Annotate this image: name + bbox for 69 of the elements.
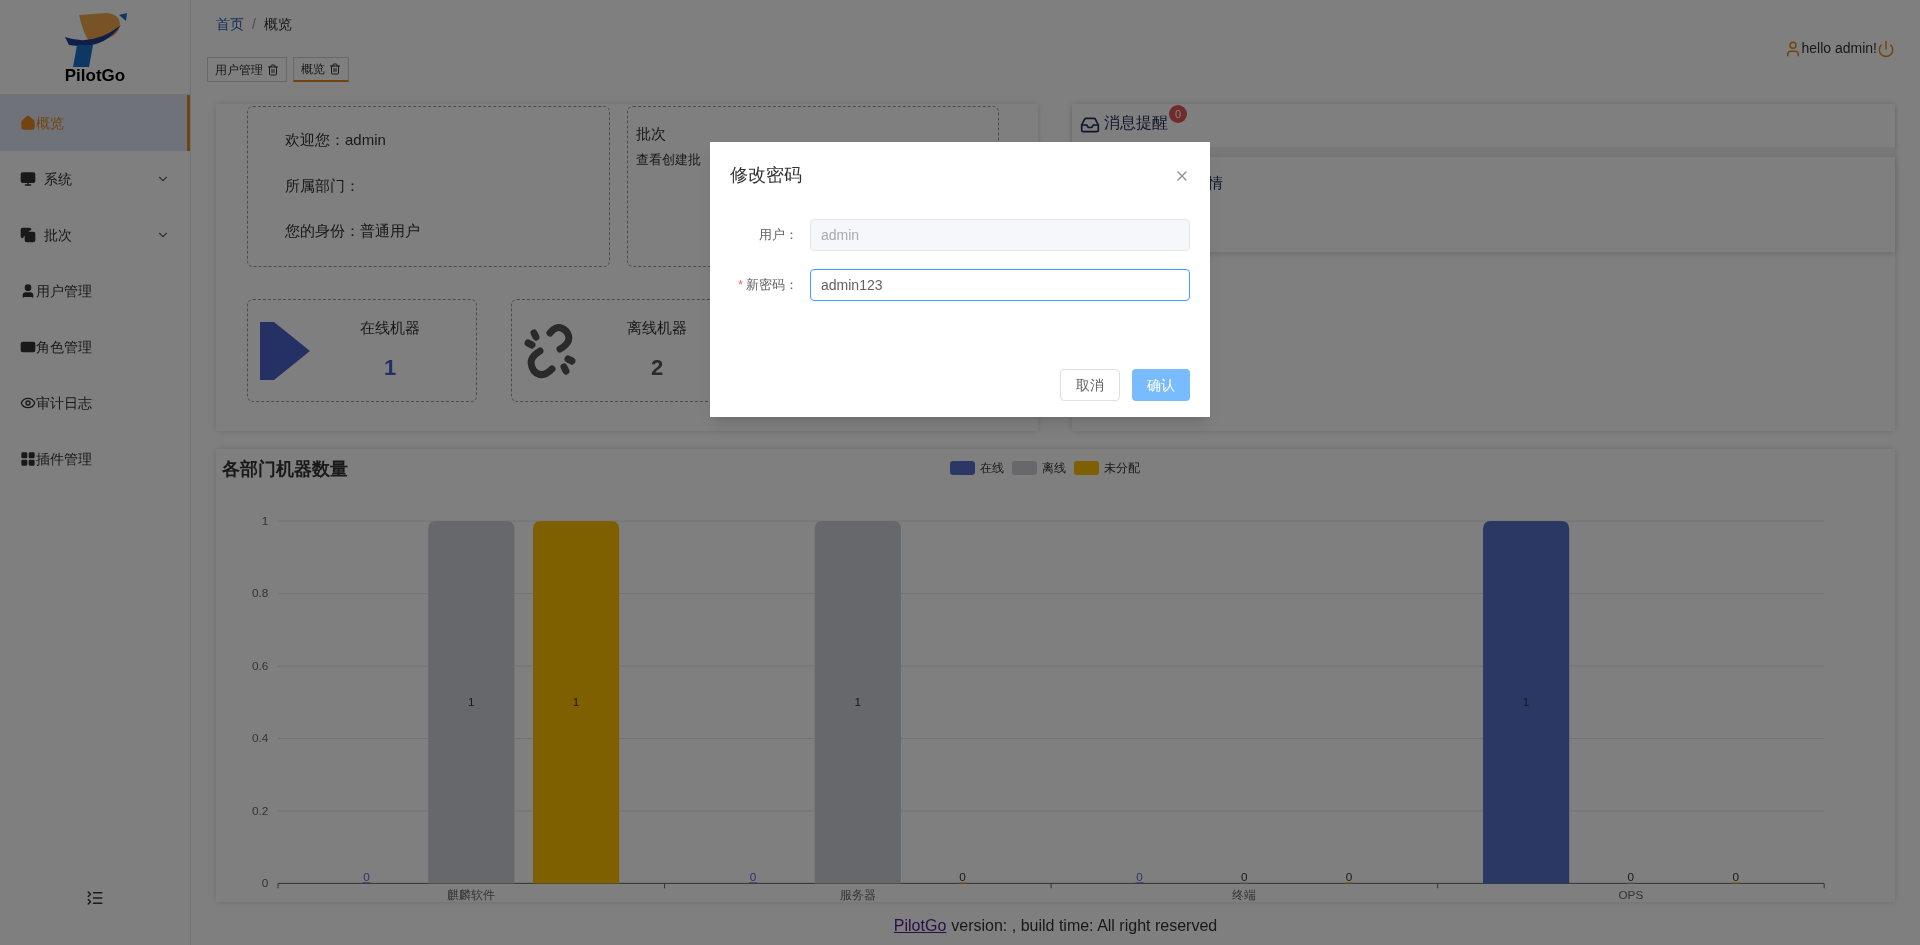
breadcrumb-current: 概览 — [263, 15, 292, 34]
batch-title: 批次 — [636, 124, 667, 144]
user-icon — [20, 283, 36, 299]
bar-value-label: 0 — [1732, 870, 1739, 884]
bar-value-label: 0 — [363, 870, 370, 884]
legend-label: 未分配 — [1104, 460, 1140, 477]
welcome-text: 您的身份：普通用户 — [285, 221, 421, 241]
documents-icon — [20, 227, 36, 243]
axis-tick-label: 0.8 — [251, 586, 269, 600]
stat-label: 在线机器 — [360, 317, 420, 338]
user-greeting: hello admin! — [1801, 39, 1877, 58]
inbox-icon — [1080, 115, 1100, 135]
axis-category-label: 终端 — [1232, 888, 1257, 902]
axis-tick-label: 0 — [261, 876, 269, 890]
sidebar-item[interactable]: 用户管理 — [0, 263, 190, 319]
trash-icon[interactable] — [329, 63, 341, 75]
bar-value-label: 1 — [1522, 695, 1530, 709]
bar-value-label: 0 — [1241, 870, 1248, 884]
welcome-text: 欢迎您：admin — [285, 130, 387, 150]
chart-title: 各部门机器数量 — [222, 457, 348, 481]
cancel-button[interactable]: 取消 — [1060, 369, 1120, 401]
axis-tick-label: 0.2 — [251, 803, 269, 817]
breadcrumb-separator: / — [252, 15, 256, 34]
logo-text: PilotGo — [64, 66, 126, 84]
sidebar-item[interactable]: 批次 — [0, 207, 190, 263]
card-icon — [20, 339, 36, 355]
batch-description: 查看创建批 — [636, 150, 702, 169]
sidebar-item[interactable]: 审计日志 — [0, 375, 190, 431]
field-label: 新密码： — [746, 276, 798, 295]
field-label: 用户： — [759, 226, 798, 245]
bar-value-label: 1 — [468, 695, 475, 709]
bar-value-label: 0 — [1136, 870, 1143, 884]
sidebar-item[interactable]: 插件管理 — [0, 431, 190, 487]
footer-text: version: , build time: All right reserved — [951, 916, 1218, 936]
home-icon — [20, 115, 36, 131]
welcome-text: 所属部门： — [285, 175, 361, 196]
eye-icon — [20, 395, 36, 411]
page-tab[interactable]: 概览 — [293, 57, 349, 82]
dialog-title: 修改密码 — [730, 164, 802, 187]
monitor-icon — [20, 171, 36, 187]
bar-value-label: 0 — [1345, 870, 1353, 884]
breadcrumb-link[interactable]: 首页 — [216, 14, 244, 35]
input-field[interactable]: admin123 — [810, 269, 1190, 301]
axis-category-label: 麒麟软件 — [447, 888, 496, 902]
footer-link[interactable]: PilotGo — [893, 914, 947, 938]
messages-title: 消息提醒 — [1104, 113, 1168, 133]
required-mark: * — [737, 276, 743, 295]
collapse-icon[interactable] — [86, 889, 104, 907]
bar-value-label: 1 — [854, 695, 862, 709]
bar-value-label: 0 — [749, 870, 757, 884]
sidebar-item[interactable]: 系统 — [0, 151, 190, 207]
legend-label: 离线 — [1042, 460, 1066, 477]
trash-icon[interactable] — [267, 63, 279, 76]
stat-value: 2 — [650, 354, 664, 383]
page-tab[interactable]: 用户管理 — [207, 57, 287, 82]
axis-tick-label: 0.4 — [251, 731, 269, 745]
bar-value-label: 0 — [959, 870, 966, 884]
axis-category-label: 服务器 — [839, 888, 876, 902]
sidebar-item[interactable]: 角色管理 — [0, 319, 190, 375]
message-count-badge: 0 — [1169, 105, 1187, 123]
stat-label: 离线机器 — [627, 317, 687, 338]
stat-value: 1 — [383, 354, 397, 383]
bar-value-label: 1 — [572, 695, 580, 709]
grid-icon — [20, 451, 36, 467]
legend-label: 在线 — [980, 460, 1004, 477]
axis-tick-label: 0.6 — [251, 658, 269, 672]
axis-category-label: OPS — [1618, 888, 1644, 902]
bar-value-label: 0 — [1627, 870, 1635, 884]
axis-tick-label: 1 — [261, 514, 269, 527]
